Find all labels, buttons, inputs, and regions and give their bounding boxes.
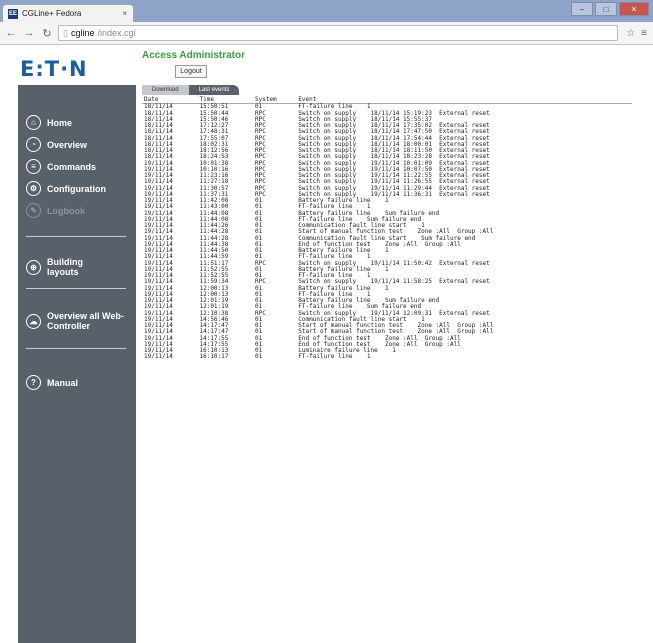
- eaton-favicon-icon: EE: [8, 8, 18, 19]
- sidebar-item-overview[interactable]: ◔ Overview: [26, 137, 87, 152]
- home-icon: ⌂: [26, 115, 41, 130]
- sidebar-item-commands[interactable]: ≡ Commands: [26, 159, 96, 174]
- sidebar-item-logbook[interactable]: ✎ Logbook: [26, 203, 85, 218]
- configuration-icon: ⚙: [26, 181, 41, 196]
- event-log-table: Date Time System Event 18/11/14 15:50:51 0…: [142, 96, 632, 361]
- minimize-button[interactable]: –: [571, 2, 593, 16]
- cell-event: FT-failure line 1: [298, 353, 371, 361]
- access-title: Access Administrator: [142, 50, 245, 61]
- browser-toolbar: ← → ↻ ▯ cgline/index.cgi ☆ ≡: [0, 22, 653, 45]
- sidebar-item-label: Manual: [47, 377, 79, 388]
- sidebar-item-building-layouts[interactable]: ⊕ Building layouts: [26, 257, 91, 277]
- sidebar-item-label: Logbook: [47, 205, 85, 216]
- sidebar-item-label: Commands: [47, 161, 97, 172]
- page: E:T·N Access Administrator Logout ⌂ Home…: [0, 45, 653, 643]
- sidebar-item-manual[interactable]: ? Manual: [26, 375, 78, 390]
- url-path: /index.cgi: [97, 28, 136, 38]
- sidebar-item-label: Building layouts: [47, 257, 83, 277]
- close-window-button[interactable]: ✕: [619, 2, 649, 16]
- logbook-icon: ✎: [26, 203, 41, 218]
- cell-time: 16:10:17: [199, 353, 229, 361]
- menu-icon[interactable]: ≡: [641, 28, 647, 39]
- logout-button[interactable]: Logout: [175, 65, 207, 78]
- forward-arrow-icon[interactable]: →: [22, 26, 36, 40]
- building-icon: ⊕: [26, 259, 41, 275]
- overview-icon: ◔: [26, 137, 41, 152]
- divider: [26, 288, 126, 289]
- close-tab-icon[interactable]: ×: [122, 9, 127, 18]
- eaton-logo: E:T·N: [20, 57, 88, 81]
- tab-bar: EE CGLine+ Fedora × – □ ✕: [0, 0, 653, 22]
- browser-chrome: EE CGLine+ Fedora × – □ ✕ ← → ↻ ▯ cgline…: [0, 0, 653, 45]
- manual-icon: ?: [26, 375, 41, 390]
- sidebar-item-label: Configuration: [47, 183, 106, 194]
- address-bar[interactable]: ▯ cgline/index.cgi: [58, 25, 618, 41]
- table-row: 19/11/14 16:10:17 01 FT-failure line 1: [142, 353, 632, 361]
- cell-date: 19/11/14: [144, 353, 173, 361]
- content-tabs: Download Last events: [142, 85, 240, 95]
- browser-tab[interactable]: EE CGLine+ Fedora ×: [2, 4, 134, 22]
- page-icon: ▯: [63, 27, 68, 38]
- reload-icon[interactable]: ↻: [40, 26, 54, 40]
- tab-last-events[interactable]: Last events: [188, 85, 240, 95]
- sidebar-item-label: Overview: [47, 139, 88, 150]
- divider: [26, 348, 126, 349]
- sidebar-item-home[interactable]: ⌂ Home: [26, 115, 72, 130]
- maximize-button[interactable]: □: [595, 2, 617, 16]
- sidebar-item-label: Overview all Web-Controller: [47, 311, 124, 331]
- bookmark-star-icon[interactable]: ☆: [626, 28, 635, 39]
- sidebar-item-configuration[interactable]: ⚙ Configuration: [26, 181, 106, 196]
- sidebar-item-web-controller[interactable]: ☁ Overview all Web-Controller: [26, 311, 133, 331]
- divider: [26, 236, 126, 237]
- url-host: cgline: [70, 28, 95, 38]
- window-controls: – □ ✕: [571, 2, 649, 16]
- tab-title: CGLine+ Fedora: [22, 9, 82, 18]
- back-arrow-icon[interactable]: ←: [4, 26, 18, 40]
- sidebar: ⌂ Home ◔ Overview ≡ Commands ⚙ Configura…: [18, 85, 136, 643]
- sidebar-item-label: Home: [47, 117, 73, 128]
- tab-download[interactable]: Download: [142, 85, 189, 95]
- web-controller-icon: ☁: [26, 313, 41, 329]
- event-log-body: 18/11/14 15:50:51 01 FT-failure line 1 18/11…: [142, 104, 632, 361]
- commands-icon: ≡: [26, 159, 41, 174]
- cell-system: 01: [254, 353, 263, 361]
